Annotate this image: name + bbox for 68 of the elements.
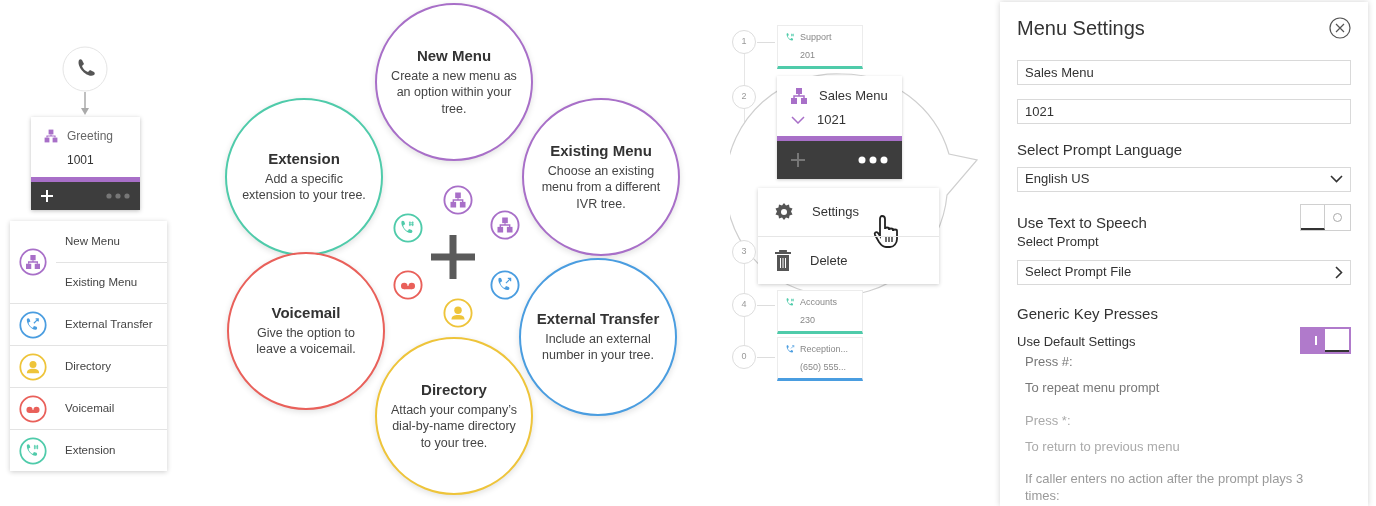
hierarchy-icon <box>789 86 809 106</box>
bubble-description: Attach your company’s dial-by-name directory to your tree. <box>389 402 519 451</box>
node-title: Support <box>800 31 832 44</box>
bubble-description: Give the option to leave a voicemail. <box>255 325 357 358</box>
bubble-title: Extension <box>268 150 340 170</box>
section-heading: Generic Key Presses <box>1017 303 1158 324</box>
chevron-down-icon[interactable] <box>791 115 805 124</box>
chevron-down-icon <box>1330 175 1343 183</box>
key-label: Press *: <box>1025 412 1071 430</box>
language-dropdown[interactable]: English US <box>1017 166 1351 192</box>
node-title: Greeting <box>67 128 114 145</box>
bubble-title: Directory <box>421 381 487 400</box>
bubble-description: Include an external number in your tree. <box>541 331 655 364</box>
trash-icon <box>774 249 792 272</box>
node-number: 1001 <box>66 152 94 169</box>
tree-node[interactable]: Accounts 230 <box>777 290 863 334</box>
chevron-right-icon <box>1335 265 1343 279</box>
panel-title: Menu Settings <box>1017 16 1145 41</box>
tree-node[interactable]: Support 201 <box>777 25 863 69</box>
node-number: 230 <box>799 313 816 327</box>
phone-icon <box>62 46 108 92</box>
toggle-switch[interactable] <box>1300 203 1351 231</box>
field-label: Use Default Settings <box>1017 333 1136 351</box>
key-number: 1 <box>732 30 756 54</box>
menu-item[interactable]: Directory <box>56 357 111 376</box>
menu-item[interactable]: New Menu <box>56 232 120 251</box>
key-label: Press #: <box>1025 353 1073 371</box>
bubble-title: New Menu <box>416 47 492 66</box>
field-label: Use Text to Speech <box>1017 212 1147 233</box>
menu-item[interactable]: External Transfer <box>56 315 153 334</box>
key-number: 3 <box>732 240 756 264</box>
node-number: 1021 <box>817 111 846 129</box>
key-number: 0 <box>732 345 756 369</box>
note-text: If caller enters no action after the prompt plays 3 times: <box>1024 470 1305 504</box>
close-icon[interactable] <box>1329 17 1351 39</box>
node-title: Reception... <box>800 343 849 356</box>
bubble-title: Existing Menu <box>550 142 652 161</box>
node-title: Sales Menu <box>819 87 888 106</box>
node-number: (650) 555... <box>799 360 847 374</box>
menu-item[interactable]: Existing Menu <box>56 274 138 292</box>
context-menu-item[interactable]: Delete <box>758 236 939 284</box>
key-action: To repeat menu prompt <box>1025 378 1160 397</box>
toggle-switch[interactable] <box>1300 327 1351 354</box>
bubble-title: External Transfer <box>536 310 660 330</box>
node-number: 201 <box>799 48 816 62</box>
prompt-file-field[interactable]: Select Prompt File <box>1017 259 1351 285</box>
menu-item[interactable]: Extension <box>56 441 116 460</box>
key-number: 2 <box>732 85 756 109</box>
tree-node[interactable]: Reception... (650) 555... <box>777 337 863 381</box>
context-menu-item[interactable]: Settings <box>758 188 939 236</box>
field-label: Select Prompt Language <box>1017 140 1183 160</box>
sales-menu-node[interactable]: Sales Menu 1021 <box>777 76 902 179</box>
number-field[interactable]: 1021 <box>1017 99 1351 124</box>
gear-icon <box>774 202 794 222</box>
bubble-title: Voicemail <box>271 304 341 324</box>
key-action: To return to previous menu <box>1025 437 1180 456</box>
bubble-description: Add a specific extension to your tree. <box>241 171 367 204</box>
hierarchy-icon <box>43 128 59 144</box>
node-title: Accounts <box>800 296 838 309</box>
connector-arrow <box>80 92 90 116</box>
field-label: Select Prompt <box>1017 233 1099 251</box>
menu-item[interactable]: Voicemail <box>56 399 115 418</box>
bubble-description: Create a new menu as an option within your tree. <box>390 68 518 117</box>
bubble-description: Choose an existing menu from a different IVR tree. <box>540 163 662 212</box>
plus-icon[interactable] <box>431 235 475 279</box>
more-icon[interactable] <box>858 155 888 164</box>
name-field[interactable]: Sales Menu <box>1017 60 1351 85</box>
key-number: 4 <box>732 293 756 317</box>
